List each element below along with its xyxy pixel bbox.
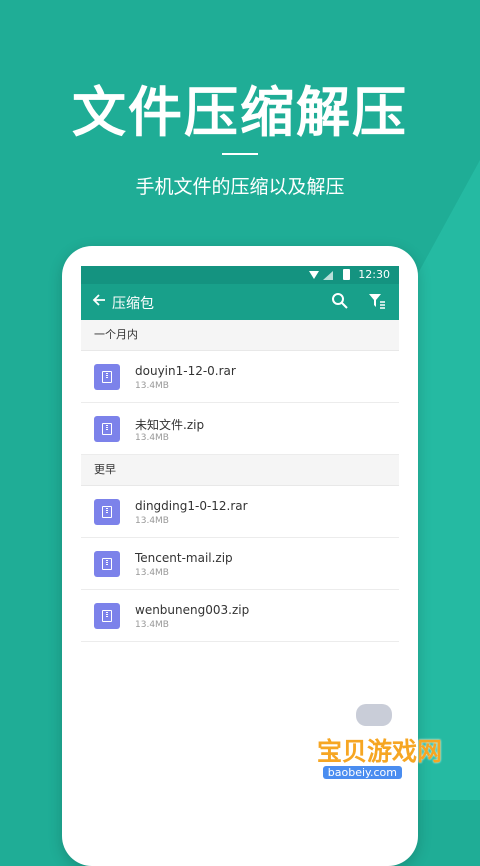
- watermark-text: 宝贝游戏网: [316, 737, 442, 766]
- archive-file-icon: [94, 603, 120, 629]
- file-item[interactable]: douyin1-12-0.rar 13.4MB: [81, 351, 399, 403]
- file-item[interactable]: Tencent-mail.zip 13.4MB: [81, 538, 399, 590]
- archive-file-icon: [94, 416, 120, 442]
- signal-icon: [323, 270, 333, 283]
- watermark-url: baobeiy.com: [322, 766, 402, 779]
- archive-file-icon: [94, 499, 120, 525]
- filter-icon[interactable]: [368, 292, 386, 314]
- file-item[interactable]: 未知文件.zip 13.4MB: [81, 403, 399, 455]
- search-icon[interactable]: [331, 292, 349, 314]
- status-time: 12:30: [358, 268, 390, 281]
- battery-icon: [343, 269, 350, 280]
- file-name: douyin1-12-0.rar: [135, 364, 236, 378]
- file-size: 13.4MB: [135, 620, 169, 630]
- arrow-left-icon[interactable]: [92, 292, 106, 311]
- gamepad-logo-icon: [356, 704, 392, 726]
- archive-file-icon: [94, 551, 120, 577]
- file-name: dingding1-0-12.rar: [135, 499, 248, 513]
- archive-file-icon: [94, 364, 120, 390]
- status-bar: 12:30: [81, 266, 399, 284]
- file-size: 13.4MB: [135, 381, 169, 391]
- file-name: wenbuneng003.zip: [135, 603, 250, 617]
- file-size: 13.4MB: [135, 516, 169, 526]
- section-header-recent: 一个月内: [81, 320, 399, 351]
- wifi-icon: [309, 270, 319, 283]
- file-size: 13.4MB: [135, 433, 169, 443]
- section-header-earlier: 更早: [81, 455, 399, 486]
- file-name: 未知文件.zip: [135, 418, 205, 432]
- toolbar-title: 压缩包: [112, 296, 154, 312]
- file-item[interactable]: wenbuneng003.zip 13.4MB: [81, 590, 399, 642]
- file-size: 13.4MB: [135, 568, 169, 578]
- promo-subtitle: 手机文件的压缩以及解压: [135, 176, 345, 198]
- file-name: Tencent-mail.zip: [135, 551, 233, 565]
- file-item[interactable]: dingding1-0-12.rar 13.4MB: [81, 486, 399, 538]
- app-toolbar: 压缩包: [81, 284, 399, 320]
- headline-divider: [222, 153, 258, 155]
- promo-headline: 文件压缩解压: [72, 80, 408, 144]
